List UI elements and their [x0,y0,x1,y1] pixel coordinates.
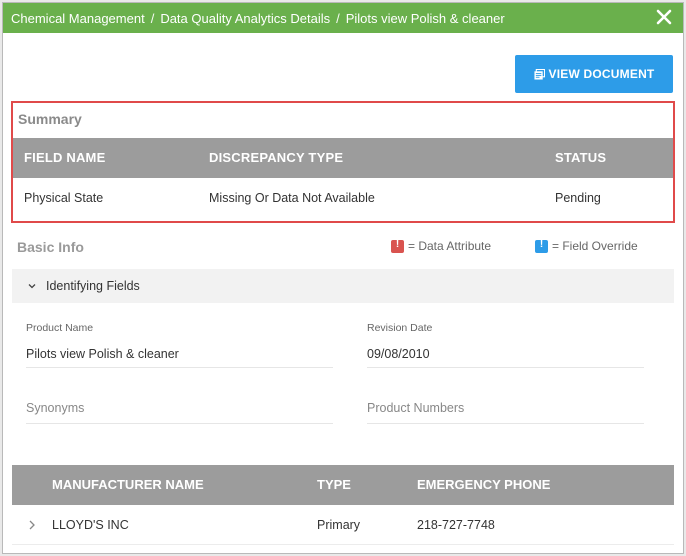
manufacturer-table-header: MANUFACTURER NAME TYPE EMERGENCY PHONE [12,465,674,505]
legend-field-override-label: = Field Override [552,239,638,253]
summary-title: Summary [18,111,82,127]
cell-emergency-phone: 218-727-7748 [417,518,495,532]
basic-info-title: Basic Info [17,239,84,255]
revision-date-underline [367,367,644,368]
breadcrumb-item-current-product: Pilots view Polish & cleaner [345,10,505,26]
chevron-down-icon [28,284,36,289]
view-document-button[interactable]: VIEW DOCUMENT [515,55,673,93]
product-name-label: Product Name [26,322,94,334]
column-header-manufacturer-name: MANUFACTURER NAME [52,477,204,492]
legend-data-attribute: = Data Attribute [391,239,491,253]
exclamation-badge-icon [391,239,404,253]
summary-table-header: FIELD NAME DISCREPANCY TYPE STATUS [13,138,673,178]
revision-date-label: Revision Date [367,322,433,334]
table-row[interactable]: Physical State Missing Or Data Not Avail… [13,178,673,218]
column-header-field-name: FIELD NAME [24,150,106,165]
column-header-discrepancy-type: DISCREPANCY TYPE [209,150,344,165]
cell-manufacturer-name: LLOYD'S INC [52,518,129,532]
breadcrumb-item-data-quality-analytics-details[interactable]: Data Quality Analytics Details [160,11,330,26]
data-quality-dialog: Chemical Management / Data Quality Analy… [2,2,684,554]
cell-discrepancy-type: Missing Or Data Not Available [209,191,375,205]
table-row[interactable]: LLOYD'S INC Primary 218-727-7748 [12,505,674,545]
identifying-fields-label: Identifying Fields [46,279,140,293]
exclamation-badge-icon [535,239,548,253]
column-header-emergency-phone: EMERGENCY PHONE [417,477,551,492]
column-header-type: TYPE [317,477,351,492]
breadcrumb: Chemical Management / Data Quality Analy… [11,11,505,26]
summary-section: Summary FIELD NAME DISCREPANCY TYPE STAT… [11,101,675,223]
chevron-right-icon[interactable] [28,520,36,530]
product-name-field[interactable]: Pilots view Polish & cleaner [26,347,179,361]
legend-data-attribute-label: = Data Attribute [408,239,492,253]
breadcrumb-separator: / [150,10,155,26]
breadcrumb-item-chemical-management[interactable]: Chemical Management [11,11,145,26]
view-document-label: VIEW DOCUMENT [548,67,655,81]
breadcrumb-separator: / [336,10,340,26]
legend-field-override: = Field Override [535,239,638,253]
document-icon [533,68,545,80]
synonyms-field[interactable]: Synonyms [26,401,84,415]
dialog-title-bar: Chemical Management / Data Quality Analy… [3,3,683,33]
cell-field-name: Physical State [24,191,104,205]
cell-status: Pending [555,191,601,205]
cell-type: Primary [317,518,361,532]
product-name-underline [26,367,333,368]
close-icon[interactable] [654,7,674,27]
revision-date-field[interactable]: 09/08/2010 [367,347,430,361]
column-header-status: STATUS [555,150,607,165]
product-numbers-underline [367,423,644,424]
product-numbers-field[interactable]: Product Numbers [367,401,464,415]
synonyms-underline [26,423,333,424]
identifying-fields-toggle[interactable]: Identifying Fields [12,269,674,303]
